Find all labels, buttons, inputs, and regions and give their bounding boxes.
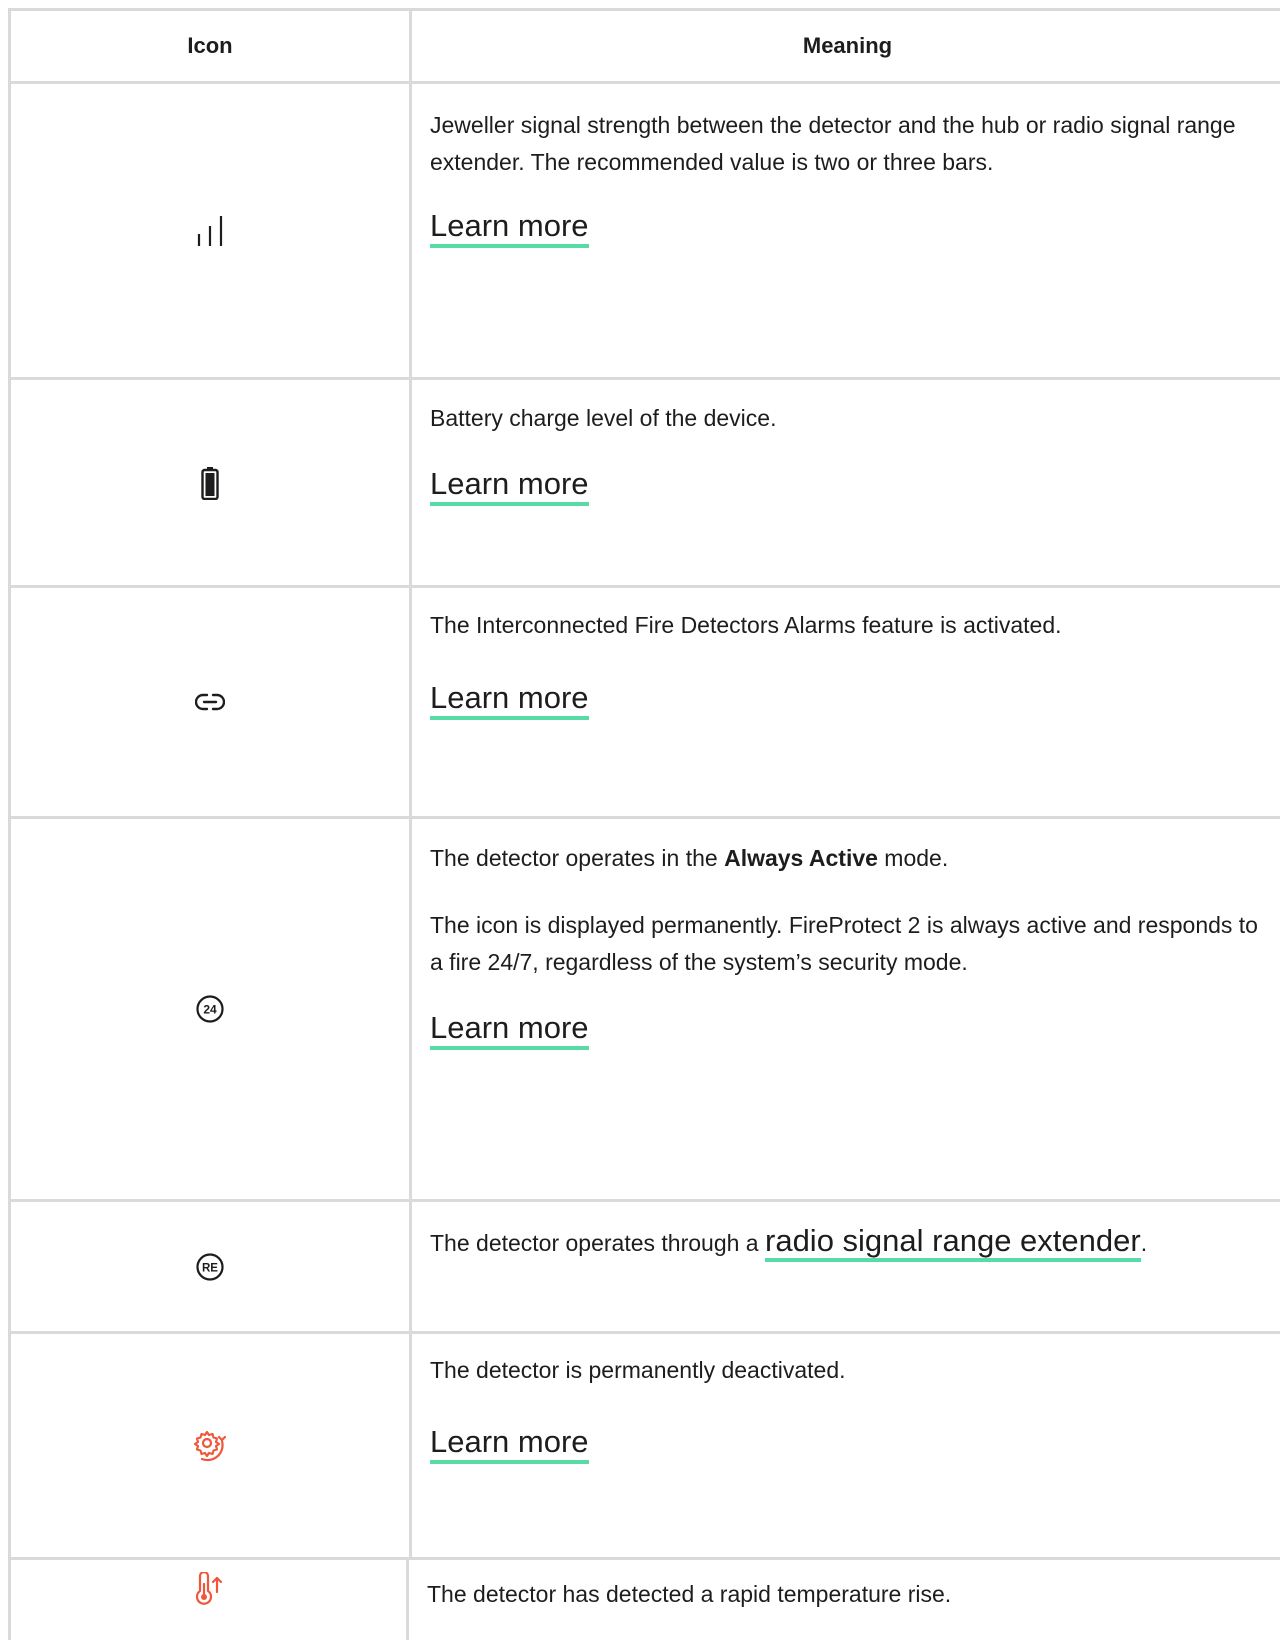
table-header: Icon Meaning: [11, 11, 1280, 84]
meaning-cell: Jeweller signal strength between the det…: [412, 84, 1280, 377]
icon-cell: 24: [11, 819, 412, 1199]
icon-cell: [11, 84, 412, 377]
text-after: .: [1140, 1230, 1148, 1256]
row-text: Battery charge level of the device.: [430, 405, 777, 431]
learn-more-link[interactable]: Learn more: [430, 208, 589, 248]
row-text: The Interconnected Fire Detectors Alarms…: [430, 612, 1062, 638]
table-row: The detector is permanently deactivated.…: [11, 1334, 1280, 1560]
icon-cell: RE: [11, 1202, 412, 1331]
meaning-cell: The detector operates in the Always Acti…: [412, 819, 1280, 1199]
range-extender-re-icon: RE: [195, 1252, 225, 1282]
learn-more-link[interactable]: Learn more: [430, 466, 589, 506]
meaning-cell: The detector has detected a rapid temper…: [409, 1560, 1280, 1640]
row-text-2: The icon is displayed permanently. FireP…: [430, 912, 1258, 975]
header-meaning: Meaning: [802, 33, 893, 58]
icons-table: Icon Meaning Jeweller signal strength be…: [8, 8, 1280, 1640]
table-row: Battery charge level of the device. Lear…: [11, 380, 1280, 588]
text-before: The detector operates in the: [430, 845, 725, 871]
deactivated-gear-icon: [193, 1429, 227, 1463]
table-row: RE The detector operates through a radio…: [11, 1202, 1280, 1334]
table-row: Jeweller signal strength between the det…: [11, 84, 1280, 380]
mode-name: Always Active: [724, 845, 878, 871]
meaning-cell: The detector is permanently deactivated.…: [412, 1334, 1280, 1557]
temperature-rise-icon: [193, 1572, 225, 1606]
icon-cell: [11, 380, 412, 585]
learn-more-link[interactable]: Learn more: [430, 1424, 589, 1464]
icon-cell: [11, 588, 412, 816]
learn-more-link[interactable]: Learn more: [430, 1010, 589, 1050]
meaning-cell: The Interconnected Fire Detectors Alarms…: [412, 588, 1280, 816]
meaning-cell: Battery charge level of the device. Lear…: [412, 380, 1280, 585]
link-icon: [195, 692, 225, 712]
row-text: The detector has detected a rapid temper…: [427, 1581, 952, 1607]
row-text: The detector is permanently deactivated.: [430, 1357, 846, 1383]
icon-label-24: 24: [203, 1003, 217, 1017]
icon-cell: [11, 1560, 409, 1640]
row-text: The detector operates through a radio si…: [430, 1216, 1263, 1268]
meaning-cell: The detector operates through a radio si…: [412, 1202, 1280, 1331]
row-text: Jeweller signal strength between the det…: [430, 112, 1236, 175]
icon-cell: [11, 1334, 412, 1557]
row-text: The detector operates in the Always Acti…: [430, 840, 1263, 877]
text-before: The detector operates through a: [430, 1230, 765, 1256]
table-row: The Interconnected Fire Detectors Alarms…: [11, 588, 1280, 819]
battery-icon: [201, 466, 219, 500]
table-row: The detector has detected a rapid temper…: [11, 1560, 1280, 1640]
learn-more-link[interactable]: Learn more: [430, 680, 589, 720]
icon-label-re: RE: [202, 1262, 218, 1274]
table-row: 24 The detector operates in the Always A…: [11, 819, 1280, 1202]
header-icon: Icon: [11, 11, 412, 81]
signal-strength-icon: [196, 214, 224, 248]
always-active-24-icon: 24: [195, 994, 225, 1024]
text-after: mode.: [877, 845, 949, 871]
range-extender-link[interactable]: radio signal range extender: [765, 1223, 1141, 1262]
